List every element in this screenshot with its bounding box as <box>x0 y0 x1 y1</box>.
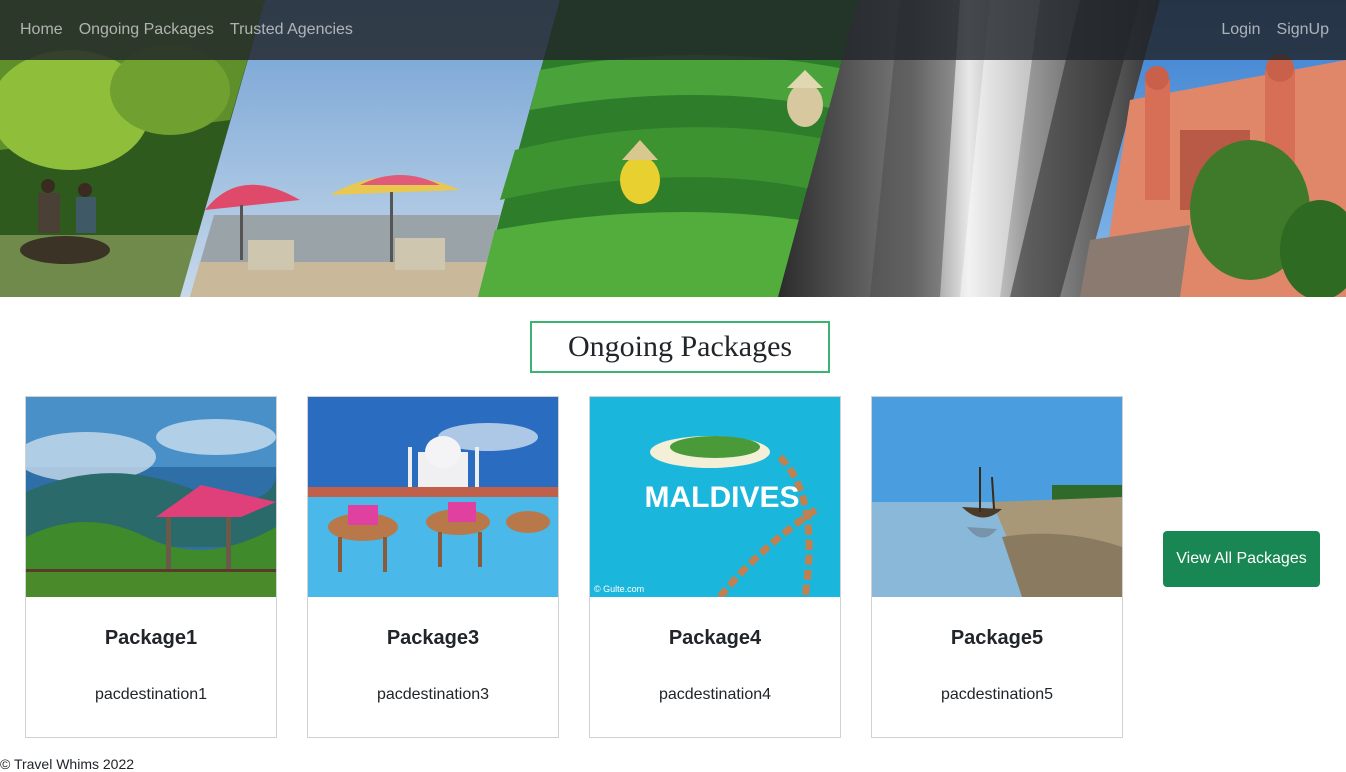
nav-ongoing-packages-link[interactable]: Ongoing Packages <box>79 21 214 39</box>
package-card-1[interactable]: Package1 pacdestination1 <box>25 396 277 738</box>
package-card-2[interactable]: Package3 pacdestination3 <box>307 396 559 738</box>
package-card-3[interactable]: MALDIVES © Gulte.com Package4 pacdestina… <box>589 396 841 738</box>
image-credit: © Gulte.com <box>594 584 644 594</box>
maldives-island-image: MALDIVES © Gulte.com <box>590 397 840 597</box>
package-destination: pacdestination4 <box>658 686 772 703</box>
hero-banner: Home Ongoing Packages Trusted Agencies L… <box>0 0 1346 297</box>
package-name: Package1 <box>104 627 198 649</box>
nav-signup-link[interactable]: SignUp <box>1277 21 1329 39</box>
section-title: Ongoing Packages <box>530 321 830 373</box>
nav-login-link[interactable]: Login <box>1221 21 1260 39</box>
beach-boat-image <box>872 397 1122 597</box>
package-name: Package3 <box>386 627 480 649</box>
nav-right-group: Login SignUp <box>1221 0 1329 60</box>
package-card-4[interactable]: Package5 pacdestination5 <box>871 396 1123 738</box>
package-name: Package4 <box>668 627 762 649</box>
package-destination: pacdestination5 <box>940 686 1054 703</box>
view-all-packages-button[interactable]: View All Packages <box>1163 531 1320 587</box>
nav-home-link[interactable]: Home <box>20 21 63 39</box>
maldives-image-text: MALDIVES <box>644 481 799 514</box>
taj-mahal-camels-image <box>308 397 558 597</box>
package-name: Package5 <box>950 627 1044 649</box>
hill-resort-gazebo-image <box>26 397 276 597</box>
nav-trusted-agencies-link[interactable]: Trusted Agencies <box>230 21 353 39</box>
package-destination: pacdestination3 <box>376 686 490 703</box>
footer-copyright: © Travel Whims 2022 <box>0 756 135 772</box>
top-navbar: Home Ongoing Packages Trusted Agencies L… <box>0 0 1346 60</box>
package-destination: pacdestination1 <box>94 686 208 703</box>
nav-left-group: Home Ongoing Packages Trusted Agencies <box>20 0 353 60</box>
